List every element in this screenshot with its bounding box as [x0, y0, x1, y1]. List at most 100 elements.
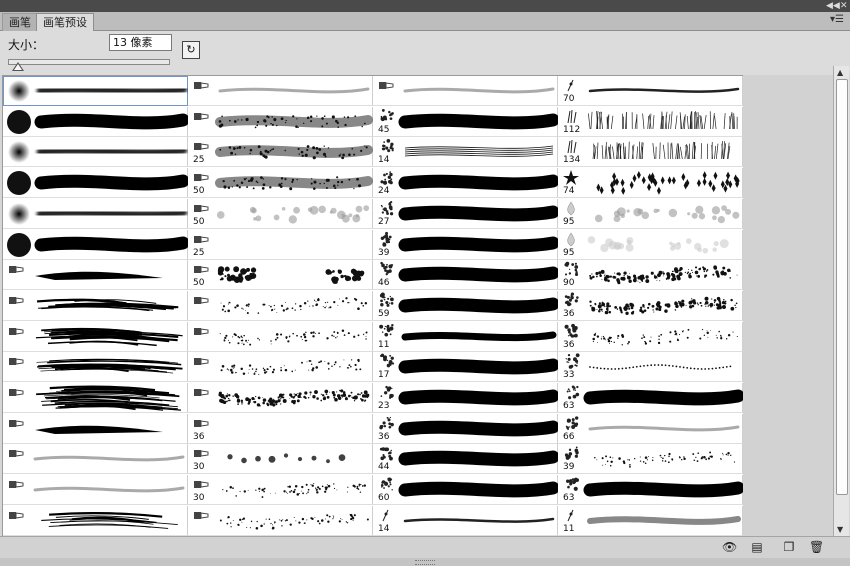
brush-size-number: 90	[563, 278, 575, 289]
brush-preset[interactable]: 25	[188, 137, 373, 168]
brush-preset[interactable]: 63	[558, 383, 743, 413]
brush-preset[interactable]	[188, 321, 373, 352]
brush-preset[interactable]: 44	[373, 444, 558, 475]
brush-preset[interactable]	[3, 383, 188, 413]
brush-preset[interactable]: 46	[373, 260, 558, 291]
brush-preset[interactable]: 17	[373, 352, 558, 383]
brush-preset[interactable]: 36	[558, 321, 743, 352]
size-input[interactable]: 13 像素	[109, 34, 172, 51]
brush-preset[interactable]	[3, 198, 188, 229]
brush-preset[interactable]: 59	[373, 290, 558, 321]
close-icon[interactable]: ✕	[840, 0, 848, 12]
brush-preset[interactable]	[373, 76, 558, 106]
brush-tip-icon	[194, 82, 209, 89]
brush-tip-icon	[564, 323, 578, 338]
brush-preset[interactable]	[188, 290, 373, 321]
brush-stroke-preview	[379, 82, 555, 94]
brush-preset[interactable]	[188, 352, 373, 383]
brush-preset[interactable]: 90	[558, 260, 743, 291]
brush-tip-icon	[379, 447, 393, 461]
brush-stroke-preview	[380, 108, 558, 129]
brush-preset[interactable]: 27	[373, 198, 558, 229]
brush-preset[interactable]	[3, 321, 188, 352]
reset-brush-button[interactable]: ↻	[182, 41, 200, 59]
brush-tip-icon	[567, 509, 574, 522]
brush-preset[interactable]: 134	[558, 137, 743, 168]
brush-preset[interactable]	[3, 475, 188, 506]
brush-size-number: 95	[563, 247, 575, 258]
brush-preset[interactable]: 66	[558, 413, 743, 444]
brush-stroke-preview	[567, 201, 740, 224]
brush-preset[interactable]	[188, 383, 373, 413]
brush-preset[interactable]: 74	[558, 168, 743, 199]
brush-stroke-preview	[194, 143, 373, 160]
scroll-up-icon[interactable]: ▲	[837, 68, 843, 77]
brush-preset[interactable]	[3, 137, 188, 168]
brush-preset[interactable]: 11	[373, 321, 558, 352]
brush-preset[interactable]	[188, 505, 373, 536]
brush-preset[interactable]: 24	[373, 168, 558, 199]
brush-preset[interactable]: 11	[558, 505, 743, 536]
brush-stroke-preview	[194, 235, 209, 243]
brush-preset[interactable]	[3, 229, 188, 260]
eye-brush-icon[interactable]: 👁	[722, 541, 737, 554]
brush-preset[interactable]: 112	[558, 106, 743, 137]
tab-brush-presets[interactable]: 画笔预设	[36, 13, 94, 32]
brush-preset[interactable]: 36	[188, 413, 373, 444]
brush-preset[interactable]	[3, 260, 188, 291]
brush-stroke-preview	[380, 231, 558, 252]
brush-panel-icon[interactable]: ▤	[750, 541, 764, 554]
brush-preset[interactable]: 63	[558, 475, 743, 506]
brush-preset[interactable]: 14	[373, 137, 558, 168]
brush-preset[interactable]: 95	[558, 229, 743, 260]
brush-preset[interactable]: 60	[373, 475, 558, 506]
panel-menu-icon[interactable]: ▾☰	[830, 14, 844, 25]
brush-preset[interactable]: 50	[188, 198, 373, 229]
brush-tip-icon	[194, 235, 209, 243]
brush-preset[interactable]	[3, 76, 188, 106]
size-slider[interactable]	[8, 59, 170, 65]
size-controls: 大小： 13 像素 ↻	[0, 31, 850, 75]
brush-stroke-preview	[380, 262, 558, 283]
brush-preset[interactable]	[3, 168, 188, 199]
brush-size-number: 25	[193, 155, 205, 166]
brush-preset[interactable]: 50	[188, 168, 373, 199]
brush-preset[interactable]	[3, 413, 188, 444]
brush-size-number: 39	[378, 247, 390, 258]
brush-tip-icon	[567, 201, 575, 216]
brush-preset[interactable]: 36	[558, 290, 743, 321]
resize-grip[interactable]	[0, 558, 850, 566]
brush-preset[interactable]: 14	[373, 505, 558, 536]
brush-preset[interactable]: 23	[373, 383, 558, 413]
brush-preset[interactable]	[3, 106, 188, 137]
brush-preset[interactable]	[3, 290, 188, 321]
brush-preset[interactable]	[3, 352, 188, 383]
brush-tip-icon	[9, 358, 24, 366]
scroll-down-icon[interactable]: ▼	[837, 525, 843, 534]
brush-tip-icon	[194, 112, 209, 120]
brush-preset[interactable]: 45	[373, 106, 558, 137]
brush-preset[interactable]: 33	[558, 352, 743, 383]
brush-tip-icon	[9, 296, 24, 304]
brush-preset[interactable]: 50	[188, 260, 373, 291]
brush-preset[interactable]: 95	[558, 198, 743, 229]
brush-preset[interactable]: 30	[188, 475, 373, 506]
brush-size-number: 17	[378, 370, 390, 381]
scrollbar-thumb[interactable]	[836, 79, 848, 495]
tab-brush[interactable]: 画笔	[2, 13, 38, 31]
trash-icon[interactable]: 🗑	[809, 541, 824, 554]
vertical-scrollbar[interactable]: ▲ ▼	[833, 66, 849, 536]
brush-preset[interactable]: 39	[558, 444, 743, 475]
brush-preset[interactable]	[188, 106, 373, 137]
size-slider-thumb[interactable]	[11, 62, 24, 71]
brush-preset[interactable]: 70	[558, 76, 743, 106]
brush-preset[interactable]: 36	[373, 413, 558, 444]
brush-preset[interactable]	[3, 505, 188, 536]
brush-preset[interactable]	[3, 444, 188, 475]
brush-preset[interactable]: 30	[188, 444, 373, 475]
brush-preset[interactable]: 25	[188, 229, 373, 260]
brush-preset[interactable]	[188, 76, 373, 106]
brush-preset[interactable]: 39	[373, 229, 558, 260]
double-chevron-icon[interactable]: ◀◀	[826, 0, 840, 12]
new-preset-icon[interactable]: ❐	[782, 541, 796, 554]
